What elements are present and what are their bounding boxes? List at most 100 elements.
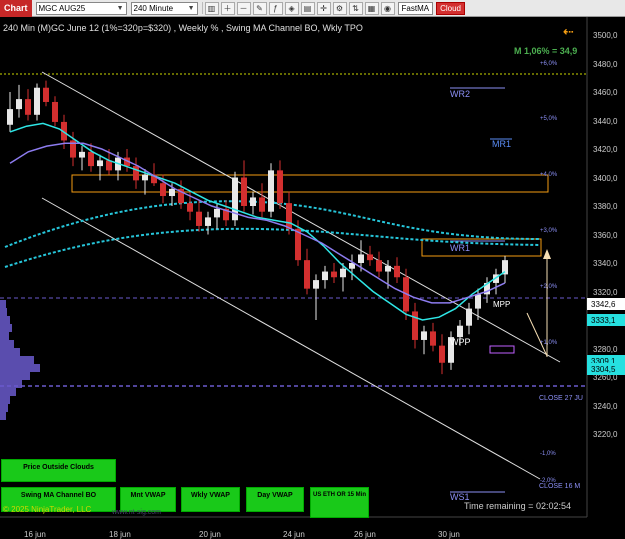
toolbar-divider xyxy=(201,2,203,14)
candle-body xyxy=(439,345,445,363)
candle-body xyxy=(79,151,85,158)
price-tick-label: 3340,0 xyxy=(593,259,618,268)
percent-level-label: +5,0% xyxy=(540,116,558,122)
candle-body xyxy=(466,308,472,326)
price-tick-label: 3460,0 xyxy=(593,88,618,97)
candle-body xyxy=(214,208,220,218)
candle-body xyxy=(322,271,328,281)
candle-body xyxy=(259,197,265,212)
candle-body xyxy=(268,170,274,212)
candle-body xyxy=(367,254,373,261)
level-label-wr2: WR2 xyxy=(450,89,470,99)
watermark: www.nt-sig.com xyxy=(112,509,162,516)
level-label-wpp: WPP xyxy=(450,337,471,347)
data-box-icon[interactable]: ▦ xyxy=(364,1,379,15)
bars-type-icon[interactable]: ▥ xyxy=(204,1,219,15)
zoom-out-icon[interactable]: － xyxy=(236,1,251,15)
candle-body xyxy=(7,109,13,125)
chart-tab-label[interactable]: Chart xyxy=(0,0,32,17)
price-tick-label: 3280,0 xyxy=(593,344,618,354)
indicators-icon[interactable]: ƒ xyxy=(268,1,283,15)
snapshot-icon[interactable]: ◉ xyxy=(380,1,395,15)
properties-icon[interactable]: ⚙ xyxy=(332,1,347,15)
price-tick-label: 3440,0 xyxy=(593,116,618,126)
candle-body xyxy=(358,254,364,263)
strategies-icon[interactable]: ◈ xyxy=(284,1,299,15)
level-label-wr1: WR1 xyxy=(450,243,470,253)
candle-body xyxy=(394,265,400,278)
chart-trader-icon[interactable]: ⇅ xyxy=(348,1,363,15)
tpo-profile-bar xyxy=(0,356,34,364)
drawing-tools-icon[interactable]: ✎ xyxy=(252,1,267,15)
level-label-mr1: MR1 xyxy=(492,139,512,149)
price-outside-clouds-button[interactable]: Price Outside Clouds xyxy=(1,459,116,482)
tpo-profile-bar xyxy=(0,308,7,316)
price-marker-tag: 3342,6 xyxy=(587,298,625,310)
candle-body xyxy=(241,177,247,206)
date-tick-label: 20 jun xyxy=(199,530,221,539)
price-tick-label: 3480,0 xyxy=(593,59,618,69)
price-tick-label: 3220,0 xyxy=(593,430,618,439)
tpo-profile-bar xyxy=(0,332,9,340)
m-percent-readout: M 1,06% = 34,9 xyxy=(514,46,578,56)
wkly-vwap-button[interactable]: Wkly VWAP xyxy=(181,487,240,512)
candle-body xyxy=(412,311,418,340)
percent-level-label: +2,0% xyxy=(540,284,558,290)
tpo-profile-bar xyxy=(0,340,14,348)
interval-selector[interactable]: 240 Minute ▼ xyxy=(130,1,198,15)
candle-body xyxy=(250,197,256,206)
price-tick-label: 3320,0 xyxy=(593,287,618,297)
us-eth-or-button[interactable]: US ETH OR 15 Min xyxy=(310,487,369,518)
candle-body xyxy=(142,174,148,181)
candle-body xyxy=(196,211,202,226)
candle-body xyxy=(34,87,40,115)
candle-body xyxy=(52,101,58,122)
candle-body xyxy=(16,99,22,110)
percent-level-label: +1,0% xyxy=(540,340,558,346)
price-tick-label: 3360,0 xyxy=(593,230,618,240)
price-tick-label: 3400,0 xyxy=(593,173,618,183)
tpo-profile-bar xyxy=(0,316,10,324)
candle-body xyxy=(160,183,166,197)
candle-body xyxy=(457,325,463,338)
magenta-zone-box xyxy=(489,345,515,354)
tpo-profile-bar xyxy=(0,412,6,420)
candle-body xyxy=(385,265,391,272)
tpo-profile-bar xyxy=(0,388,16,396)
date-tick-label: 18 jun xyxy=(109,530,131,539)
price-tick-label: 3240,0 xyxy=(593,401,618,411)
price-marker-tag: 3333,1 xyxy=(587,314,625,326)
candle-body xyxy=(277,170,283,204)
instrument-selector[interactable]: MGC AUG25 ▼ xyxy=(35,1,127,15)
level-label-close-27: CLOSE 27 JU xyxy=(539,395,583,402)
candle-body xyxy=(430,331,436,346)
tpo-profile-bar xyxy=(0,348,20,356)
arrow-left-icon[interactable]: ⇠ xyxy=(563,24,574,40)
price-marker-tag: 3304,5 xyxy=(587,363,625,375)
instrument-value: MGC AUG25 xyxy=(38,3,86,13)
chevron-down-icon: ▼ xyxy=(116,4,124,12)
interval-value: 240 Minute xyxy=(133,3,174,13)
percent-level-label: +3,0% xyxy=(540,228,558,234)
level-label-close-16: CLOSE 16 M xyxy=(539,483,581,490)
tpo-profile-bar xyxy=(0,300,6,308)
tpo-profile-bar xyxy=(0,372,30,380)
percent-level-label: +6,0% xyxy=(540,61,558,67)
tpo-profile-bar xyxy=(0,396,10,404)
candle-body xyxy=(304,260,310,289)
zoom-in-icon[interactable]: ＋ xyxy=(220,1,235,15)
candle-body xyxy=(475,294,481,309)
date-tick-label: 16 jun xyxy=(24,530,46,539)
cloud-button[interactable]: Cloud xyxy=(436,1,465,15)
tpo-profile-bar xyxy=(0,404,8,412)
day-vwap-button[interactable]: Day VWAP xyxy=(246,487,304,512)
crosshair-icon[interactable]: ✛ xyxy=(316,1,331,15)
templates-icon[interactable]: ▤ xyxy=(300,1,315,15)
candle-body xyxy=(205,217,211,226)
tpo-profile-bar xyxy=(0,380,22,388)
price-tick-label: 3420,0 xyxy=(593,145,618,154)
level-label-mpp: MPP xyxy=(493,300,511,309)
candle-body xyxy=(313,280,319,289)
fastma-button[interactable]: FastMA xyxy=(397,1,434,15)
chart-panel[interactable]: 240 Min (M)GC June 12 (1%=320p=$320) , W… xyxy=(0,17,625,539)
